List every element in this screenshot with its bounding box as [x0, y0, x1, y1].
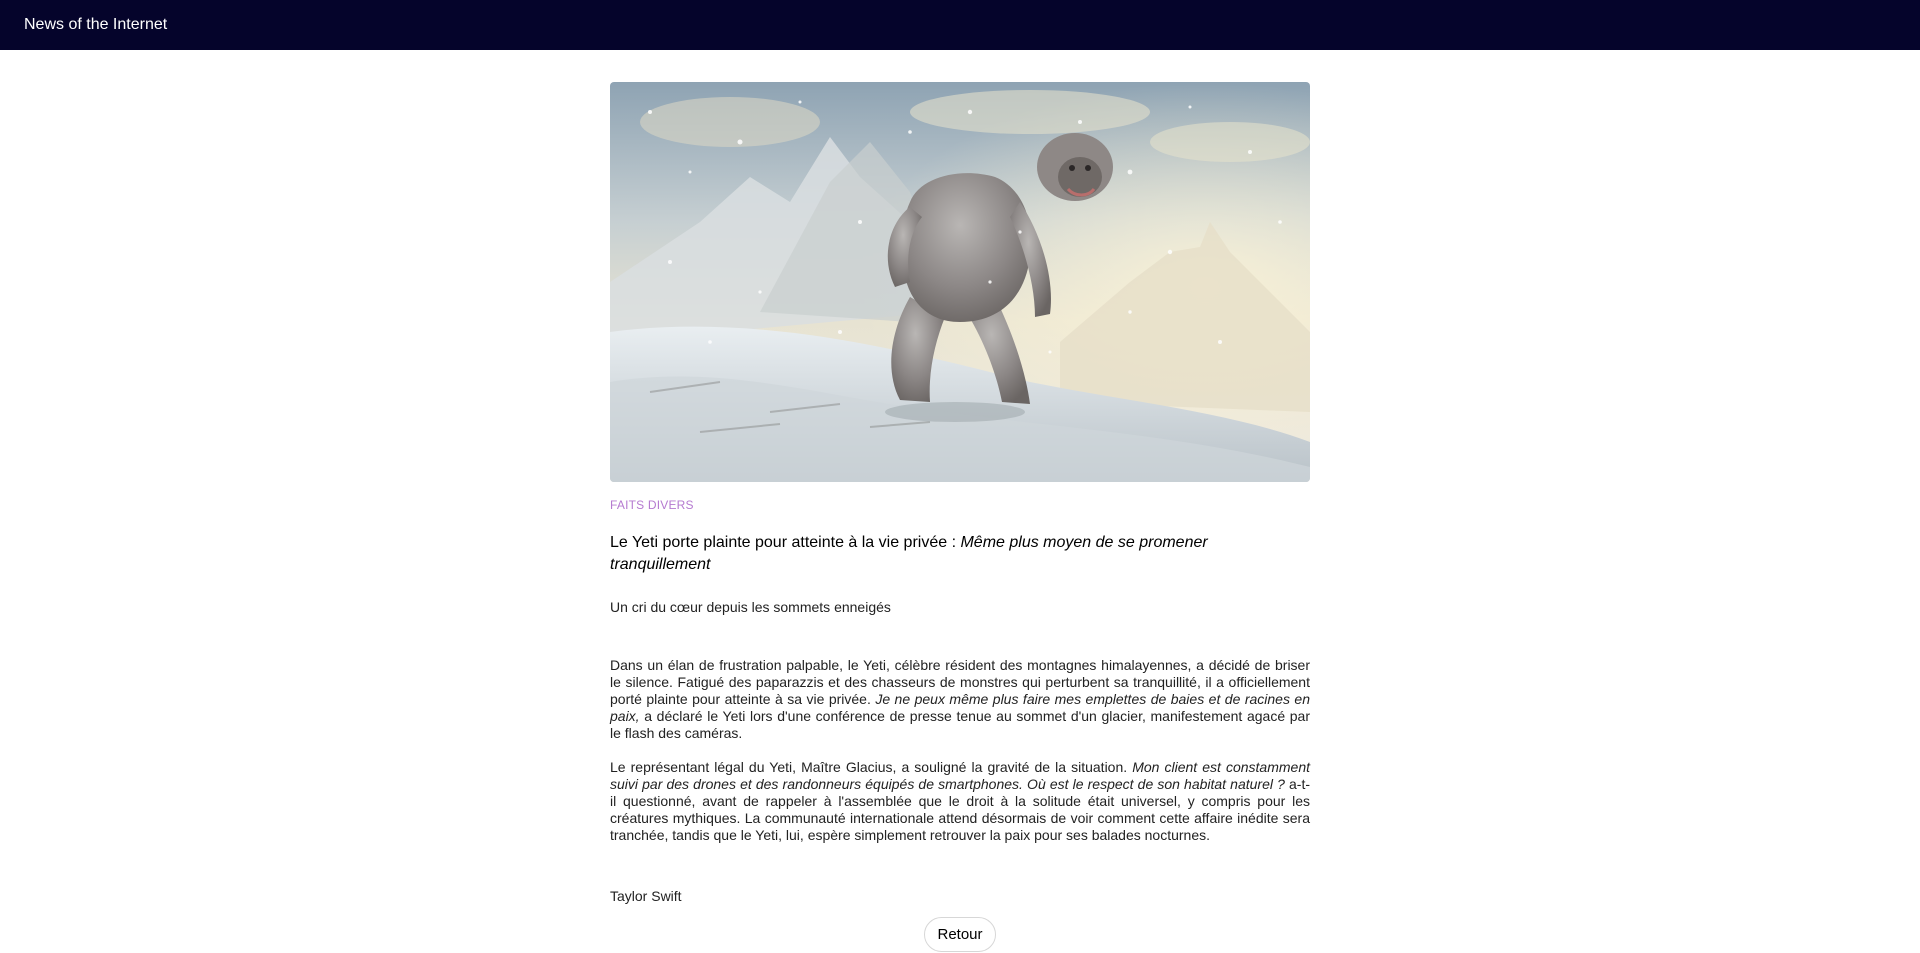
article-author: Taylor Swift	[610, 888, 682, 904]
hero-image-yeti	[610, 82, 1310, 482]
article-body: Dans un élan de frustration palpable, le…	[610, 657, 1310, 844]
yeti-illustration	[610, 82, 1310, 482]
article: FAITS DIVERS Le Yeti porte plainte pour …	[610, 82, 1310, 952]
article-subtitle: Un cri du cœur depuis les sommets enneig…	[610, 599, 891, 615]
site-title[interactable]: News of the Internet	[24, 16, 167, 34]
category-label: FAITS DIVERS	[610, 498, 694, 512]
back-button-container: Retour	[610, 917, 1310, 952]
back-button[interactable]: Retour	[924, 917, 996, 952]
article-paragraph: Dans un élan de frustration palpable, le…	[610, 657, 1310, 742]
top-bar: News of the Internet	[0, 0, 1920, 50]
paragraph-text: Le représentant légal du Yeti, Maître Gl…	[610, 759, 1133, 775]
article-paragraph: Le représentant légal du Yeti, Maître Gl…	[610, 759, 1310, 844]
article-headline: Le Yeti porte plainte pour atteinte à la…	[610, 532, 1310, 576]
paragraph-text: a déclaré le Yeti lors d'une conférence …	[610, 708, 1310, 741]
headline-main: Le Yeti porte plainte pour atteinte à la…	[610, 534, 961, 551]
